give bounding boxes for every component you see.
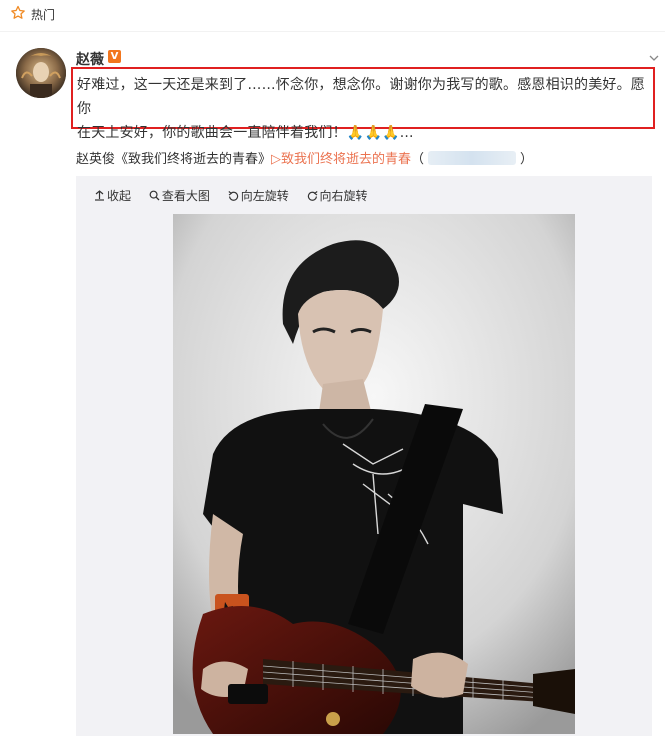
collapse-button[interactable]: 收起 (94, 187, 131, 204)
view-large-icon (149, 190, 160, 201)
song-paren-close: ） (520, 152, 534, 167)
song-reference: 赵英俊《致我们终将逝去的青春》▷致我们终将逝去的青春（ ） (76, 148, 533, 167)
hot-star-icon (11, 5, 25, 19)
song-link[interactable]: ▷致我们终将逝去的青春 (271, 152, 411, 167)
post-photo[interactable] (173, 214, 575, 734)
hot-section-label: 热门 (31, 8, 56, 22)
view-large-label: 查看大图 (161, 189, 210, 203)
song-prefix: 赵英俊《致我们终将逝去的青春》 (76, 152, 272, 167)
rotate-right-label: 向右旋转 (319, 189, 368, 203)
post-text-line-2-main: 在天上安好，你的歌曲会一直陪伴着我们！ (77, 125, 347, 141)
vip-badge-icon: V (108, 50, 121, 63)
rotate-left-icon (228, 191, 238, 201)
image-toolbar: 收起 查看大图 向左旋转 向右旋转 (94, 187, 382, 205)
pray-emoji-icon: 🙏🙏🙏 (346, 125, 400, 141)
post-text-line-2: 在天上安好，你的歌曲会一直陪伴着我们！🙏🙏🙏... (77, 121, 653, 145)
rotate-left-button[interactable]: 向左旋转 (228, 187, 289, 204)
header-divider (0, 31, 665, 32)
avatar[interactable] (16, 48, 66, 98)
collapse-icon (95, 190, 104, 201)
view-large-button[interactable]: 查看大图 (149, 187, 210, 204)
hot-section-header: 热门 (0, 0, 665, 28)
post-text-highlighted: 好难过，这一天还是来到了……怀念你，想念你。谢谢你为我写的歌。感恩相识的美好。愿… (71, 67, 655, 141)
rotate-right-button[interactable]: 向右旋转 (307, 187, 368, 204)
avatar-image (16, 48, 66, 98)
more-chevron-icon[interactable] (648, 52, 660, 64)
guitarist-photo-illustration (173, 214, 575, 734)
post-username[interactable]: 赵薇 (76, 49, 104, 69)
song-paren-open: （ (411, 152, 425, 167)
rotate-left-label: 向左旋转 (240, 189, 289, 203)
collapse-label: 收起 (107, 189, 132, 203)
post-text-line-1: 好难过，这一天还是来到了……怀念你，想念你。谢谢你为我写的歌。感恩相识的美好。愿… (77, 77, 645, 117)
blurred-text (428, 151, 517, 165)
post-text-ellipsis: ... (399, 125, 414, 141)
rotate-right-icon (307, 191, 318, 201)
